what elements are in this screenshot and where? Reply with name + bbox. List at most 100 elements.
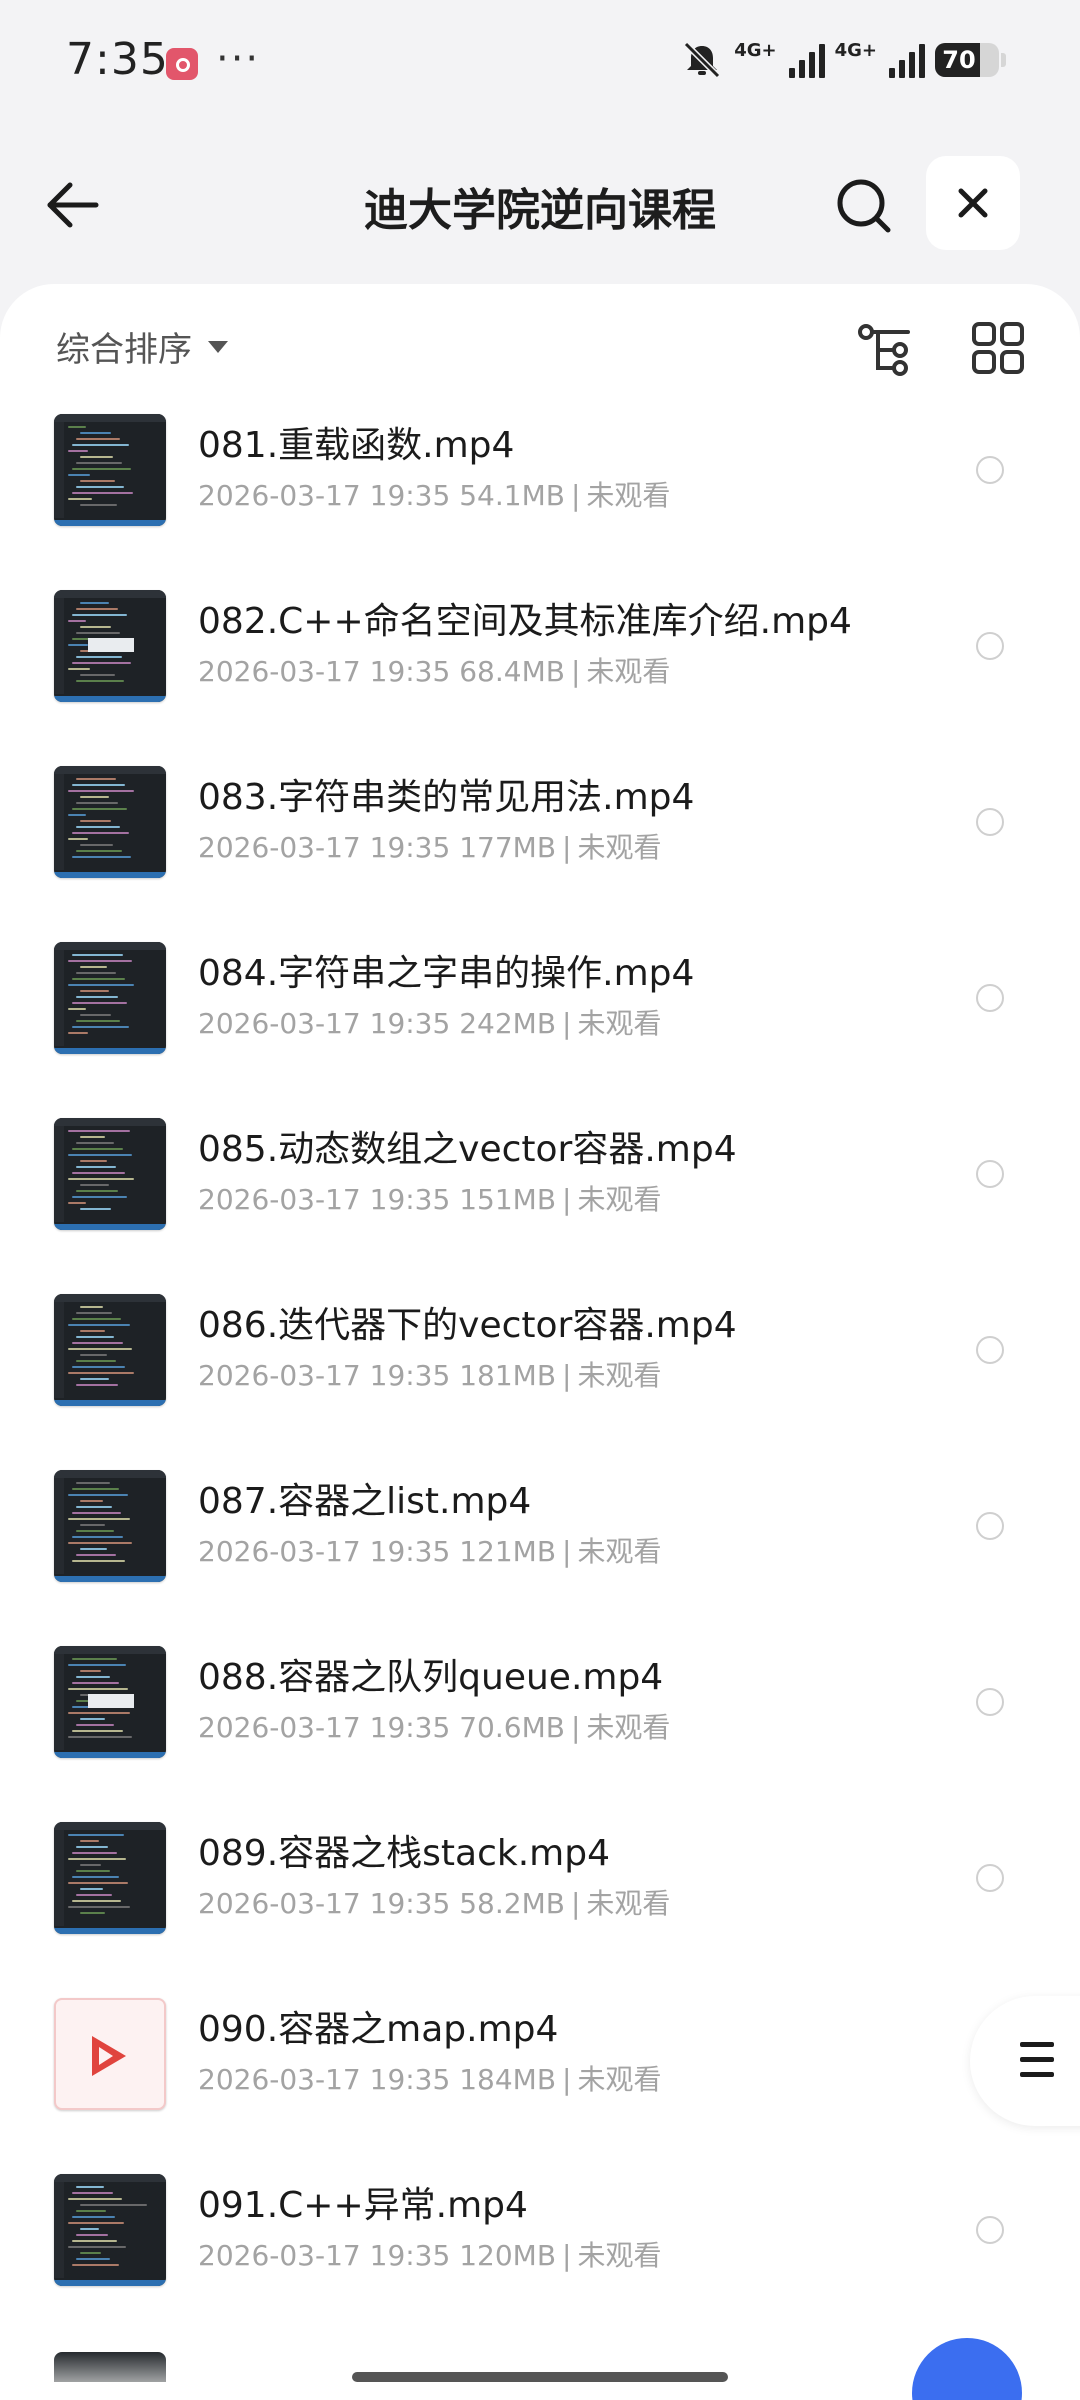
video-thumbnail	[54, 2174, 166, 2286]
file-size: 70.6MB	[459, 1711, 565, 1744]
file-item[interactable]: 090.容器之map.mp4 2026-03-17 19:35 184MB | 未观看	[0, 1988, 1080, 2164]
file-name: 091.C++异常.mp4	[198, 2185, 528, 2226]
file-date: 2026-03-17 19:35	[198, 1183, 451, 1216]
meta-separator: |	[562, 1535, 572, 1568]
file-name: 089.容器之栈stack.mp4	[198, 1833, 610, 1874]
file-size: 151MB	[459, 1183, 557, 1216]
file-meta: 2026-03-17 19:35 54.1MB | 未观看	[198, 474, 670, 514]
back-button[interactable]	[40, 172, 106, 238]
file-item[interactable]: 089.容器之栈stack.mp4 2026-03-17 19:35 58.2MB…	[0, 1812, 1080, 1988]
select-checkbox[interactable]	[976, 1160, 1004, 1188]
select-checkbox[interactable]	[976, 2216, 1004, 2244]
status-indicators: 4G+ 4G+ 70	[680, 40, 1006, 80]
file-item[interactable]: 085.动态数组之vector容器.mp4 2026-03-17 19:35 15…	[0, 1108, 1080, 1284]
file-date: 2026-03-17 19:35	[198, 1711, 451, 1744]
meta-separator: |	[570, 655, 581, 688]
watch-status: 未观看	[577, 1535, 662, 1568]
sort-dropdown[interactable]: 综合排序	[56, 322, 228, 371]
network-label-2: 4G+	[834, 40, 877, 61]
file-list-card: 综合排序 081.重载函数.mp4 2026-03-17 19:35 54.1M…	[0, 284, 1080, 2400]
select-checkbox[interactable]	[976, 1512, 1004, 1540]
select-checkbox[interactable]	[976, 632, 1004, 660]
meta-separator: |	[562, 2239, 572, 2272]
video-thumbnail	[54, 942, 166, 1054]
bell-off-icon	[684, 41, 721, 79]
file-date: 2026-03-17 19:35	[198, 655, 451, 688]
file-meta: 2026-03-17 19:35 177MB | 未观看	[198, 826, 662, 866]
meta-separator: |	[570, 479, 581, 512]
select-checkbox[interactable]	[976, 808, 1004, 836]
file-name: 085.动态数组之vector容器.mp4	[198, 1129, 737, 1170]
file-meta: 2026-03-17 19:35 184MB | 未观看	[198, 2058, 662, 2098]
file-name: 081.重载函数.mp4	[198, 425, 515, 466]
file-item[interactable]: 086.迭代器下的vector容器.mp4 2026-03-17 19:35 18…	[0, 1284, 1080, 1460]
grid-view-icon	[972, 322, 1024, 374]
file-date: 2026-03-17 19:35	[198, 1007, 451, 1040]
tree-view-button[interactable]	[856, 322, 916, 378]
watch-status: 未观看	[586, 479, 671, 512]
header: 迪大学院逆向课程	[0, 150, 1080, 260]
status-time: 7:35	[66, 34, 169, 85]
file-meta: 2026-03-17 19:35 242MB | 未观看	[198, 1002, 662, 1042]
meta-separator: |	[570, 1887, 581, 1920]
file-meta: 2026-03-17 19:35 120MB | 未观看	[198, 2234, 662, 2274]
select-checkbox[interactable]	[976, 1336, 1004, 1364]
file-date: 2026-03-17 19:35	[198, 1887, 451, 1920]
file-item[interactable]: 088.容器之队列queue.mp4 2026-03-17 19:35 70.6M…	[0, 1636, 1080, 1812]
menu-icon	[1020, 2042, 1054, 2078]
sort-label: 综合排序	[56, 330, 192, 370]
signal-icon-2	[889, 42, 925, 78]
file-item[interactable]: 087.容器之list.mp4 2026-03-17 19:35 121MB | 未观…	[0, 1460, 1080, 1636]
video-thumbnail	[54, 1822, 166, 1934]
file-item[interactable]: 082.C++命名空间及其标准库介绍.mp4 2026-03-17 19:35 6…	[0, 580, 1080, 756]
search-button[interactable]	[832, 174, 896, 238]
watch-status: 未观看	[586, 655, 671, 688]
file-list: 081.重载函数.mp4 2026-03-17 19:35 54.1MB | 未观看 0…	[0, 404, 1080, 2340]
file-name: 084.字符串之字串的操作.mp4	[198, 953, 695, 994]
video-thumbnail	[54, 1118, 166, 1230]
file-date: 2026-03-17 19:35	[198, 831, 451, 864]
file-meta: 2026-03-17 19:35 181MB | 未观看	[198, 1354, 662, 1394]
video-thumbnail	[54, 766, 166, 878]
video-file-icon	[54, 1998, 166, 2110]
network-label-1: 4G+	[734, 40, 777, 61]
file-size: 54.1MB	[459, 479, 565, 512]
meta-separator: |	[570, 1711, 581, 1744]
page-title: 迪大学院逆向课程	[364, 185, 716, 236]
file-name: 083.字符串类的常见用法.mp4	[198, 777, 695, 818]
watch-status: 未观看	[577, 1183, 662, 1216]
arrow-left-icon	[47, 182, 99, 228]
select-checkbox[interactable]	[976, 456, 1004, 484]
file-meta: 2026-03-17 19:35 68.4MB | 未观看	[198, 650, 670, 690]
battery-tip	[1001, 53, 1006, 67]
file-item[interactable]: 083.字符串类的常见用法.mp4 2026-03-17 19:35 177MB |…	[0, 756, 1080, 932]
meta-separator: |	[562, 2063, 572, 2096]
file-date: 2026-03-17 19:35	[198, 1535, 451, 1568]
file-size: 184MB	[459, 2063, 557, 2096]
select-checkbox[interactable]	[976, 984, 1004, 1012]
status-bar: 7:35 ··· 4G+ 4G+ 70	[0, 0, 1080, 130]
watch-status: 未观看	[577, 1359, 662, 1392]
screen: 7:35 ··· 4G+ 4G+ 70 迪大学院逆向课程 综合排序 081.重载…	[0, 0, 1080, 2400]
file-size: 242MB	[459, 1007, 557, 1040]
file-name: 090.容器之map.mp4	[198, 2009, 559, 2050]
battery-level: 70	[942, 46, 976, 74]
file-meta: 2026-03-17 19:35 58.2MB | 未观看	[198, 1882, 670, 1922]
meta-separator: |	[562, 1007, 572, 1040]
select-checkbox[interactable]	[976, 1688, 1004, 1716]
file-item[interactable]: 081.重载函数.mp4 2026-03-17 19:35 54.1MB | 未观看	[0, 404, 1080, 580]
gesture-nav-bar[interactable]	[352, 2372, 728, 2382]
file-item[interactable]: 091.C++异常.mp4 2026-03-17 19:35 120MB | 未观看	[0, 2164, 1080, 2340]
file-size: 177MB	[459, 831, 557, 864]
video-thumbnail	[54, 414, 166, 526]
grid-view-button[interactable]	[970, 320, 1026, 376]
file-item[interactable]: 084.字符串之字串的操作.mp4 2026-03-17 19:35 242MB |…	[0, 932, 1080, 1108]
status-more-icon: ···	[216, 36, 261, 82]
file-date: 2026-03-17 19:35	[198, 1359, 451, 1392]
close-button[interactable]	[926, 156, 1020, 250]
select-checkbox[interactable]	[976, 1864, 1004, 1892]
file-name: 082.C++命名空间及其标准库介绍.mp4	[198, 601, 852, 642]
file-size: 58.2MB	[459, 1887, 565, 1920]
file-size: 181MB	[459, 1359, 557, 1392]
file-size: 121MB	[459, 1535, 557, 1568]
